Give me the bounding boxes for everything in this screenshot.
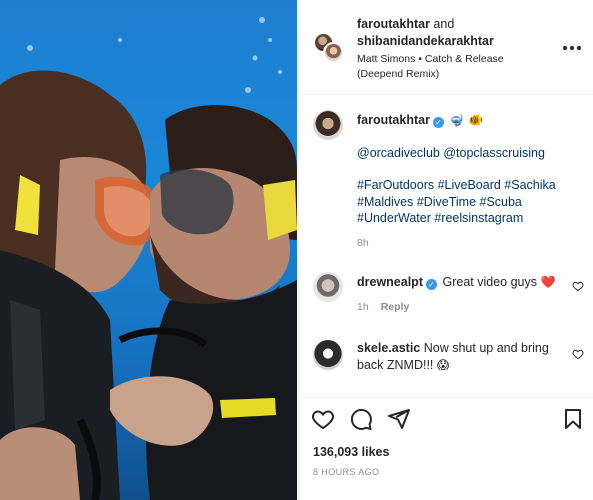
verified-badge-icon: ✓ [426,279,437,290]
username-link[interactable]: faroutakhtar [357,113,430,127]
comment-time: 1h [357,300,369,313]
avatar[interactable] [313,272,343,302]
likes-count[interactable]: 136,093 likes [313,445,389,459]
reply-button[interactable]: Reply [381,301,410,313]
more-options-icon[interactable] [562,40,582,56]
username-link[interactable]: faroutakhtar [357,17,430,31]
verified-badge-icon: ✓ [432,117,444,128]
audio-track-link[interactable]: Matt Simons • Catch & Release (Deepend R… [357,52,547,82]
and-text: and [433,17,455,31]
post-actions: 136,093 likes 8 HOURS AGO [299,397,593,500]
heart-icon[interactable] [572,280,584,292]
share-icon[interactable] [387,407,411,431]
caption-time: 8h [357,236,369,249]
heart-icon[interactable] [572,348,584,360]
comments-section: faroutakhtar ✓ 🤿 🐠 @orcadiveclub @topclas… [299,96,593,396]
bookmark-icon[interactable] [561,407,585,431]
username-link[interactable]: drewnealpt [357,275,423,289]
comment-emoji: ❤️ [540,275,556,289]
post-header: faroutakhtar and shibanidandekarakhtar M… [299,0,593,95]
collab-avatars[interactable] [313,32,345,64]
comment-icon[interactable] [349,407,373,431]
comment-emoji: 😱 [436,357,450,372]
caption-hashtags[interactable]: #FarOutdoors #LiveBoard #Sachika #Maldiv… [357,177,562,227]
avatar[interactable] [313,110,343,140]
avatar[interactable] [313,340,343,370]
post-video[interactable] [0,0,297,500]
heart-icon[interactable] [311,407,335,431]
avatar[interactable] [323,42,344,63]
username-link[interactable]: shibanidandekarakhtar [357,34,494,48]
caption-emojis: 🤿 🐠 [449,113,484,127]
username-link[interactable]: skele.astic [357,341,420,355]
post-details-panel: faroutakhtar and shibanidandekarakhtar M… [298,0,593,500]
comment-text: Great video guys [442,275,537,289]
caption-mentions[interactable]: @orcadiveclub @topclasscruising [357,145,562,162]
collab-usernames: faroutakhtar and shibanidandekarakhtar [357,16,547,50]
video-frame [0,17,297,500]
post-timestamp[interactable]: 8 HOURS AGO [313,467,379,477]
